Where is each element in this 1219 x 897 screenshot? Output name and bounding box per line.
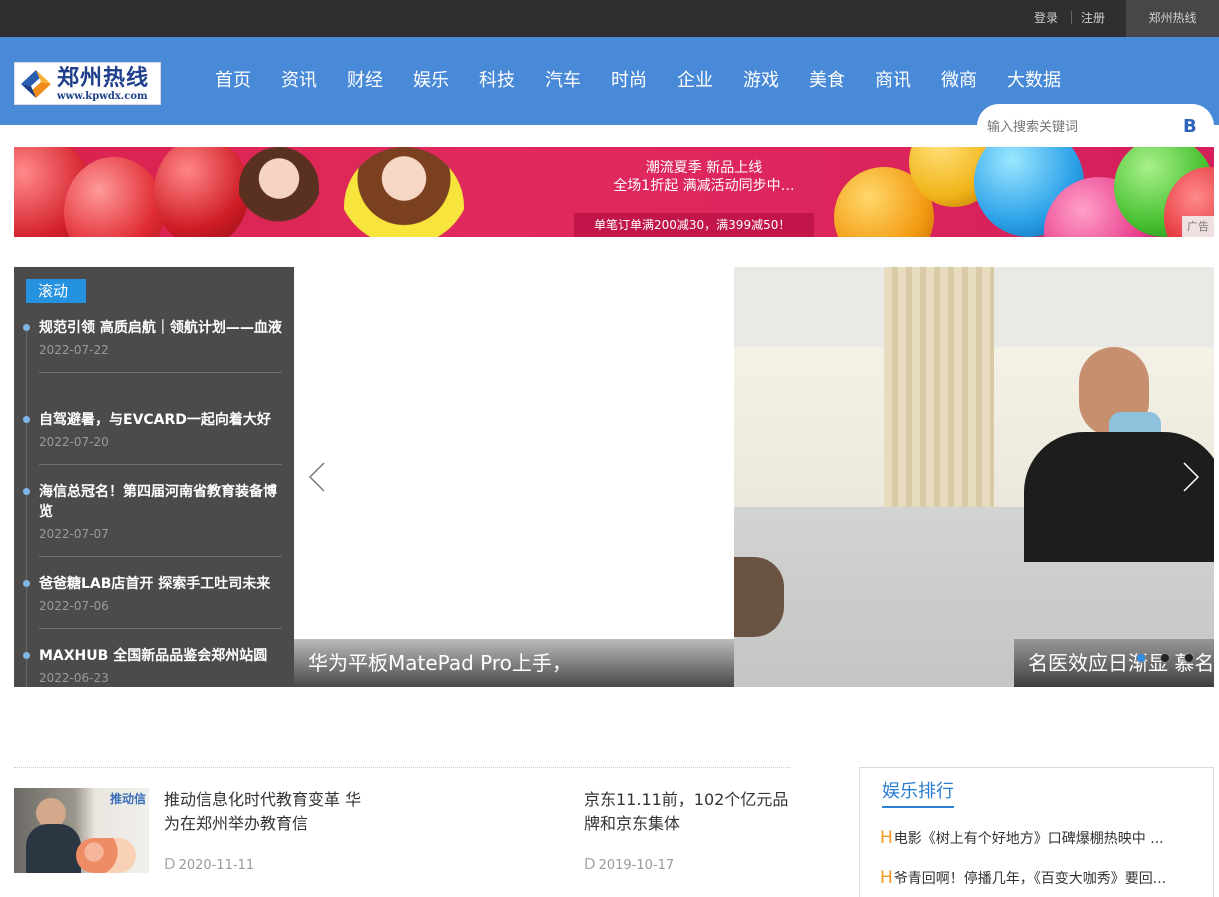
timeline-dot: [23, 416, 30, 423]
search-input[interactable]: [987, 116, 1167, 138]
news-date: 2022-07-20: [39, 435, 109, 449]
rank-mark: H: [880, 828, 893, 848]
banner-subline: 全场1折起 满减活动同步中…: [613, 178, 795, 194]
news-date: 2022-07-22: [39, 343, 109, 357]
site-logo[interactable]: 郑州热线 www.kpwdx.com: [14, 62, 161, 105]
news-date: 2022-07-06: [39, 599, 109, 613]
slider-dots: [1136, 653, 1194, 663]
flowers: [76, 838, 136, 873]
model-figure: [344, 147, 464, 237]
person-body: [1024, 432, 1214, 562]
divider: [39, 628, 282, 629]
nav-item-wechat-business[interactable]: 微商: [926, 66, 992, 96]
news-title[interactable]: 推动信息化时代教育变革 华为在郑州举办教育信: [164, 788, 369, 836]
banner-ad[interactable]: 潮流夏季 新品上线 全场1折起 满减活动同步中… 单笔订单满200减30，满39…: [14, 147, 1214, 237]
timeline-dot: [23, 580, 30, 587]
news-date: 2019-10-17: [598, 858, 675, 873]
nav-item-finance[interactable]: 财经: [332, 66, 398, 96]
thumb-text: 推动信: [110, 792, 147, 806]
next-arrow-icon[interactable]: [1178, 459, 1202, 495]
logo-mark-icon: [21, 70, 51, 98]
list-item[interactable]: 爸爸糖LAB店首开 探索手工吐司未来 2022-07-06: [23, 574, 282, 629]
image-slider[interactable]: 华为平板MatePad Pro上手， 名医效应日渐显 慕名: [294, 267, 1214, 687]
slider-dot[interactable]: [1136, 653, 1146, 663]
site-link[interactable]: 郑州热线: [1126, 0, 1219, 37]
news-title[interactable]: 爸爸糖LAB店首开 探索手工吐司未来: [39, 574, 282, 594]
date-mark: D: [584, 855, 596, 873]
divider: [14, 767, 790, 768]
timeline-dot: [23, 324, 30, 331]
slide-caption[interactable]: 华为平板MatePad Pro上手，: [294, 639, 734, 687]
nav-item-big-data[interactable]: 大数据: [992, 66, 1076, 96]
search-icon[interactable]: B: [1183, 116, 1197, 138]
promo-strip: 单笔订单满200减30，满399减50！: [574, 213, 814, 237]
news-thumbnail[interactable]: 推动信: [14, 788, 149, 873]
date-mark: D: [164, 855, 176, 873]
news-date: 2022-06-23: [39, 671, 109, 685]
rank-mark: H: [880, 868, 893, 888]
news-date-row: D 2020-11-11: [164, 856, 254, 874]
rolling-news-panel: 滚动 规范引领 高质启航｜领航计划——血液 2022-07-22 自驾避暑，与E…: [14, 267, 294, 687]
divider: [39, 464, 282, 465]
previous-arrow-icon[interactable]: [306, 459, 330, 495]
news-date-row: D 2019-10-17: [584, 856, 674, 874]
nav-item-fashion[interactable]: 时尚: [596, 66, 662, 96]
model-figure: [239, 147, 319, 237]
ad-label: 广告: [1182, 216, 1214, 237]
news-title[interactable]: 海信总冠名！第四届河南省教育装备博览: [39, 482, 282, 522]
slider-dot[interactable]: [1160, 653, 1170, 663]
slide-caption[interactable]: 名医效应日渐显 慕名: [1014, 639, 1214, 687]
news-title[interactable]: 京东11.11前，102个亿元品牌和京东集体: [584, 788, 790, 836]
list-item[interactable]: 规范引领 高质启航｜领航计划——血液 2022-07-22: [23, 318, 282, 373]
ranking-title[interactable]: 娱乐排行: [882, 780, 954, 808]
nav-item-news[interactable]: 资讯: [266, 66, 332, 96]
nav-item-entertainment[interactable]: 娱乐: [398, 66, 464, 96]
hand: [734, 557, 784, 637]
nav-item-home[interactable]: 首页: [200, 66, 266, 96]
search-box: B: [977, 104, 1214, 148]
nav-item-food[interactable]: 美食: [794, 66, 860, 96]
logo-name: 郑州热线: [57, 65, 150, 91]
news-title[interactable]: 自驾避暑，与EVCARD一起向着大好: [39, 410, 282, 430]
logo-url: www.kpwdx.com: [57, 91, 148, 102]
list-item[interactable]: MAXHUB 全国新品品鉴会郑州站圆 2022-06-23: [23, 646, 282, 686]
slide-photo[interactable]: [734, 267, 1214, 687]
news-date: 2020-11-11: [178, 858, 255, 873]
news-title[interactable]: MAXHUB 全国新品品鉴会郑州站圆: [39, 646, 282, 666]
nav-item-business[interactable]: 企业: [662, 66, 728, 96]
banner-headline: 潮流夏季 新品上线: [645, 160, 763, 176]
slider-dot[interactable]: [1184, 653, 1194, 663]
timeline-line: [26, 323, 27, 687]
timeline-dot: [23, 652, 30, 659]
nav-item-tech[interactable]: 科技: [464, 66, 530, 96]
ranking-item[interactable]: H电影《树上有个好地方》口碑爆棚热映中 ...: [880, 828, 1195, 849]
balloon-decoration: [154, 147, 249, 237]
nav-item-games[interactable]: 游戏: [728, 66, 794, 96]
main-nav: 首页 资讯 财经 娱乐 科技 汽车 时尚 企业 游戏 美食 商讯 微商 大数据: [200, 66, 1076, 96]
rolling-tag: 滚动: [26, 279, 86, 303]
ranking-item-title[interactable]: 爷青回啊！停播几年，《百变大咖秀》要回...: [894, 871, 1166, 887]
divider: [39, 556, 282, 557]
list-item[interactable]: 海信总冠名！第四届河南省教育装备博览 2022-07-07: [23, 482, 282, 557]
timeline-dot: [23, 488, 30, 495]
promo-text: 单笔订单满200减30，满399减50！: [594, 218, 791, 232]
person-body: [26, 824, 81, 873]
ranking-item-title[interactable]: 电影《树上有个好地方》口碑爆棚热映中 ...: [894, 831, 1164, 847]
top-bar: 登录 注册 郑州热线: [0, 0, 1219, 37]
nav-item-commerce[interactable]: 商讯: [860, 66, 926, 96]
nav-item-auto[interactable]: 汽车: [530, 66, 596, 96]
register-link[interactable]: 注册: [1081, 10, 1105, 26]
entertainment-ranking: 娱乐排行 H电影《树上有个好地方》口碑爆棚热映中 ... H爷青回啊！停播几年，…: [859, 767, 1214, 897]
news-title[interactable]: 规范引领 高质启航｜领航计划——血液: [39, 318, 282, 338]
list-item[interactable]: 自驾避暑，与EVCARD一起向着大好 2022-07-20: [23, 410, 282, 465]
divider: [39, 372, 282, 373]
login-link[interactable]: 登录: [1034, 10, 1058, 26]
ranking-item[interactable]: H爷青回啊！停播几年，《百变大咖秀》要回...: [880, 868, 1195, 889]
topbar-divider: [1071, 11, 1072, 24]
news-date: 2022-07-07: [39, 527, 109, 541]
